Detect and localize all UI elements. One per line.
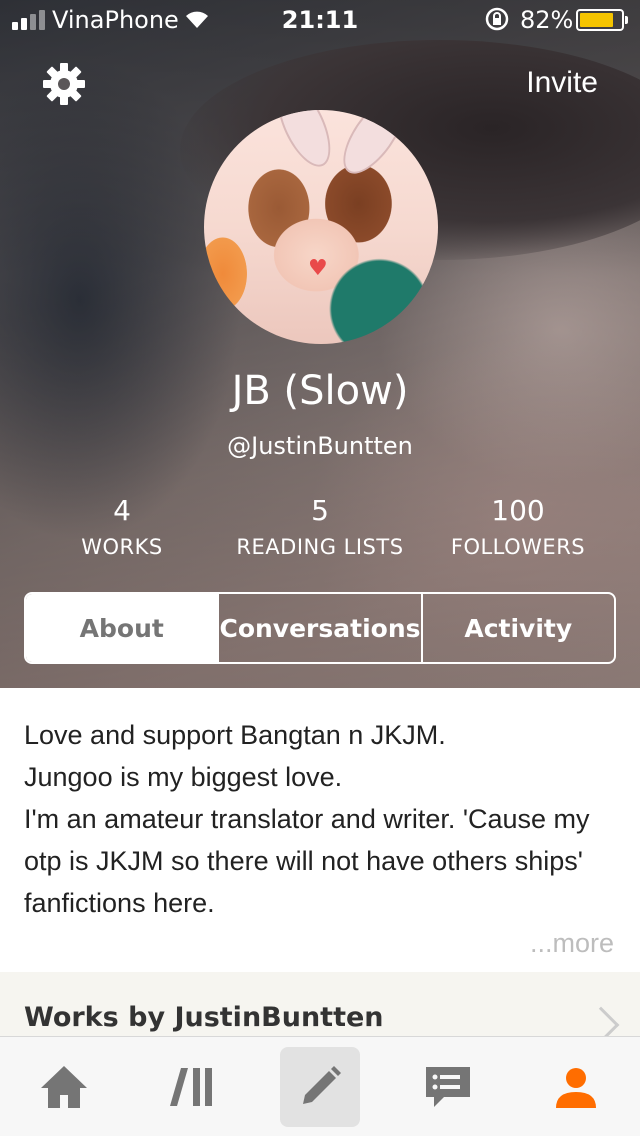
profile-stats: 4 WORKS 5 READING LISTS 100 FOLLOWERS: [0, 494, 640, 564]
nav-profile[interactable]: [536, 1047, 616, 1127]
invite-button[interactable]: Invite: [526, 66, 598, 100]
stat-works-count: 4: [113, 494, 131, 527]
battery-percentage: 82%: [520, 6, 574, 34]
works-section-header[interactable]: Works by JustinBuntten: [0, 972, 640, 1044]
stat-followers-label: FOLLOWERS: [450, 535, 586, 559]
stat-works-label: WORKS: [81, 535, 163, 559]
nav-library[interactable]: [152, 1047, 232, 1127]
tab-conversations[interactable]: Conversations: [217, 594, 421, 662]
about-line: I'm an amateur translator and writer. 'C…: [24, 804, 590, 918]
rotation-lock-icon: [484, 6, 510, 38]
avatar[interactable]: ♥: [204, 110, 438, 344]
stat-followers-count: 100: [491, 494, 545, 527]
profile-tabs: About Conversations Activity: [24, 592, 616, 664]
about-line: Love and support Bangtan n JKJM.: [24, 720, 446, 750]
stat-works[interactable]: 4 WORKS: [22, 494, 222, 559]
about-text: Love and support Bangtan n JKJM. Jungoo …: [24, 714, 624, 924]
about-section: Love and support Bangtan n JKJM. Jungoo …: [0, 688, 640, 972]
nav-messages[interactable]: [408, 1047, 488, 1127]
tab-activity[interactable]: Activity: [420, 594, 614, 662]
pencil-icon: [303, 1066, 341, 1104]
status-bar: VinaPhone 21:11 82%: [0, 0, 640, 40]
about-line: Jungoo is my biggest love.: [24, 762, 343, 792]
profile-icon: [556, 1068, 596, 1108]
tab-about[interactable]: About: [26, 594, 218, 662]
nav-home[interactable]: [24, 1047, 104, 1127]
works-section-title: Works by JustinBuntten: [24, 1002, 384, 1033]
messages-icon: [426, 1067, 470, 1107]
stat-followers[interactable]: 100 FOLLOWERS: [418, 494, 618, 559]
profile-name: JB (Slow): [231, 368, 409, 414]
profile-header-background: [0, 0, 640, 688]
more-link[interactable]: ...more: [530, 928, 614, 959]
stat-reading-lists[interactable]: 5 READING LISTS: [220, 494, 420, 559]
stat-reading-lists-label: READING LISTS: [236, 535, 404, 559]
battery-icon: [576, 9, 628, 31]
stat-reading-lists-count: 5: [311, 494, 329, 527]
nav-write[interactable]: [280, 1047, 360, 1127]
library-icon: [170, 1068, 212, 1106]
home-icon: [41, 1066, 87, 1108]
bottom-nav: [0, 1036, 640, 1136]
profile-handle: @JustinBuntten: [227, 432, 413, 460]
settings-gear-icon[interactable]: [42, 62, 86, 106]
